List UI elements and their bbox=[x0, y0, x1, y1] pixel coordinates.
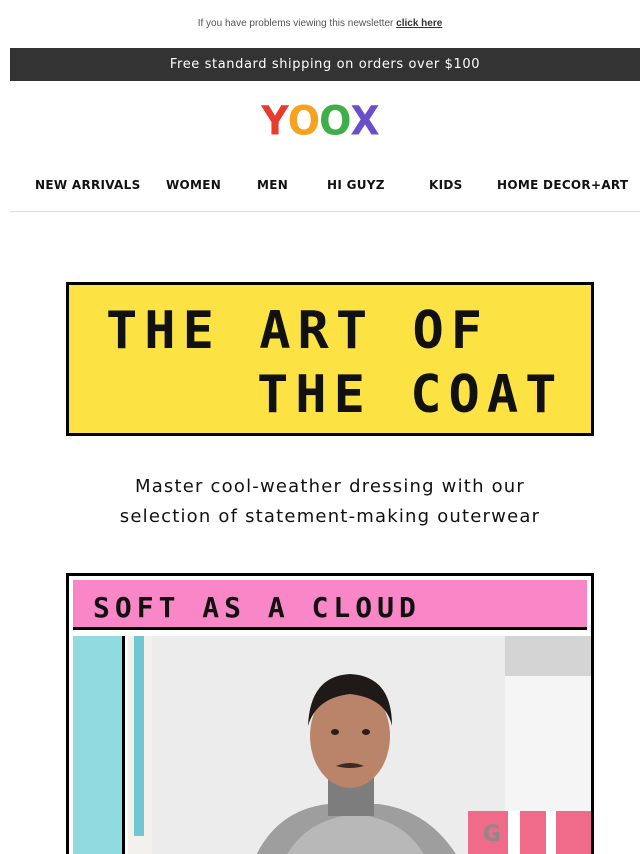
logo-letter-o1: O bbox=[287, 97, 320, 145]
hero-title-line2: THE COAT bbox=[257, 365, 564, 425]
svg-text:G: G bbox=[483, 822, 501, 847]
card-side-panel bbox=[73, 636, 125, 854]
subtitle-line2: selection of statement-making outerwear bbox=[119, 506, 541, 527]
soft-as-a-cloud-card[interactable]: SOFT AS A CLOUD G bbox=[66, 573, 594, 854]
logo-letter-y: Y bbox=[261, 97, 289, 145]
nav-hi-guyz[interactable]: HI GUYZ bbox=[327, 178, 385, 192]
nav-women[interactable]: WOMEN bbox=[166, 178, 221, 192]
model-photo-illustration: G bbox=[128, 636, 591, 854]
nav-new-arrivals[interactable]: NEW ARRIVALS bbox=[35, 178, 141, 192]
yoox-logo[interactable]: YOOX bbox=[0, 97, 640, 145]
card-header-band: SOFT AS A CLOUD bbox=[73, 580, 587, 630]
preheader-text: If you have problems viewing this newsle… bbox=[197, 18, 394, 29]
nav-kids[interactable]: KIDS bbox=[429, 178, 463, 192]
hero-banner[interactable]: THE ART OF THE COAT bbox=[66, 282, 594, 436]
main-nav: NEW ARRIVALS WOMEN MEN HI GUYZ KIDS HOME… bbox=[10, 170, 640, 212]
card-title: SOFT AS A CLOUD bbox=[93, 591, 421, 624]
shipping-banner-text: Free standard shipping on orders over $1… bbox=[169, 57, 481, 72]
preheader: If you have problems viewing this newsle… bbox=[0, 18, 640, 29]
logo-letter-x: X bbox=[350, 97, 379, 145]
hero-subtitle: Master cool-weather dressing with our se… bbox=[60, 472, 600, 532]
shipping-banner[interactable]: Free standard shipping on orders over $1… bbox=[10, 48, 640, 81]
nav-home-decor-art[interactable]: HOME DECOR+ART bbox=[497, 178, 628, 192]
logo-letter-o2: O bbox=[319, 97, 351, 145]
model-photo[interactable]: G bbox=[128, 636, 591, 854]
click-here-link[interactable]: click here bbox=[396, 18, 442, 29]
nav-men[interactable]: MEN bbox=[257, 178, 288, 192]
subtitle-line1: Master cool-weather dressing with our bbox=[134, 476, 526, 497]
card-header: SOFT AS A CLOUD bbox=[69, 576, 591, 636]
hero-title-line1: THE ART OF bbox=[106, 301, 490, 361]
